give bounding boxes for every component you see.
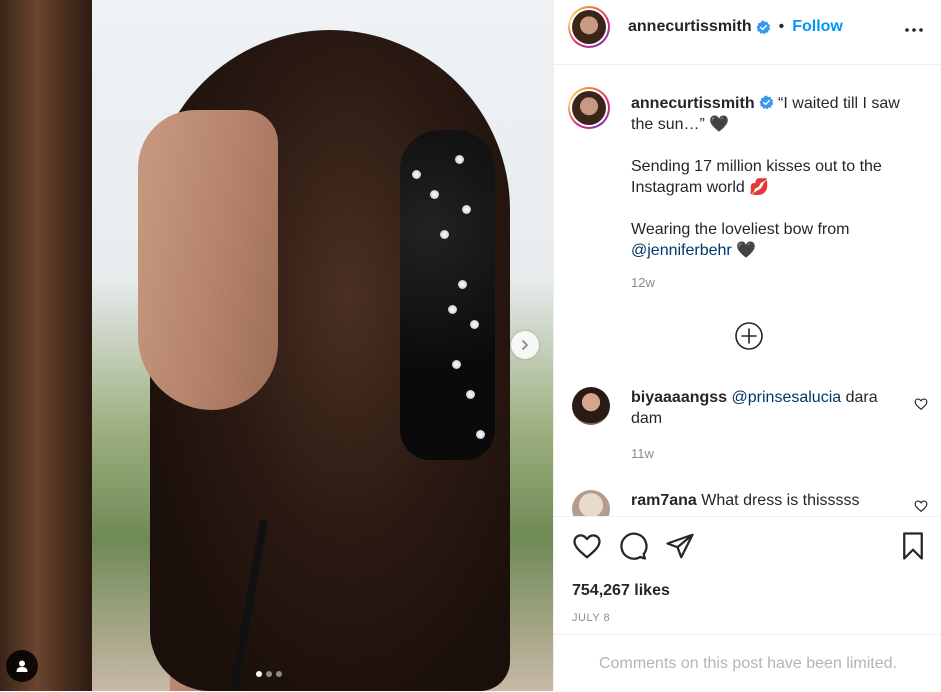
comment-text: What dress is thisssss — [696, 492, 860, 509]
post-side-panel: annecurtissmith • Follow annecurtissmith… — [553, 0, 941, 691]
verified-badge-icon — [756, 19, 770, 34]
author-username[interactable]: annecurtissmith — [628, 18, 752, 36]
comment-icon[interactable] — [618, 531, 648, 561]
bookmark-icon[interactable] — [898, 531, 928, 561]
caption-author-avatar[interactable] — [568, 87, 610, 129]
comment-timestamp[interactable]: 11w — [631, 446, 654, 461]
commenter-username[interactable]: biyaaaangss — [631, 389, 727, 406]
carousel-indicator — [256, 671, 282, 677]
user-tag-button[interactable] — [6, 650, 38, 682]
caption-line-2: Sending 17 million kisses out to the Ins… — [631, 158, 882, 196]
caption-timestamp[interactable]: 12w — [631, 275, 655, 290]
follow-button[interactable]: Follow — [792, 18, 843, 36]
post-actions: 754,267 likes JULY 8 — [554, 516, 941, 635]
caption-username[interactable]: annecurtissmith — [631, 95, 755, 112]
next-image-button[interactable] — [511, 331, 539, 359]
more-options-icon[interactable] — [904, 20, 924, 40]
likes-count[interactable]: 754,267 likes — [572, 582, 670, 600]
load-more-comments-icon[interactable] — [734, 321, 764, 351]
chevron-right-icon — [522, 340, 528, 350]
commenter-avatar[interactable] — [572, 490, 610, 516]
carousel-dot — [276, 671, 282, 677]
comment-mention-link[interactable]: @prinsesalucia — [732, 389, 842, 406]
user-tag-icon — [16, 660, 28, 672]
verified-badge-icon — [759, 95, 773, 110]
author-avatar[interactable] — [568, 6, 610, 48]
comment-item: ram7ana What dress is thisssss — [631, 490, 901, 511]
comments-section[interactable]: annecurtissmith “I waited till I saw the… — [554, 65, 941, 516]
post-date[interactable]: JULY 8 — [572, 612, 610, 624]
commenter-username[interactable]: ram7ana — [631, 492, 697, 509]
door-frame — [0, 0, 92, 691]
carousel-dot — [266, 671, 272, 677]
heart-icon[interactable] — [572, 531, 602, 561]
comments-limited-notice: Comments on this post have been limited. — [554, 634, 941, 692]
caption-mention-link[interactable]: @jenniferbehr — [631, 242, 732, 259]
comment-like-heart-icon[interactable] — [914, 397, 928, 411]
post-photo[interactable] — [0, 0, 553, 691]
comment-item: biyaaaangss @prinsesalucia dara dam — [631, 387, 901, 429]
carousel-dot — [256, 671, 262, 677]
post-caption: annecurtissmith “I waited till I saw the… — [631, 93, 921, 261]
share-icon[interactable] — [665, 531, 695, 561]
instagram-post-modal: annecurtissmith • Follow annecurtissmith… — [0, 0, 941, 691]
commenter-avatar[interactable] — [572, 387, 610, 425]
comment-like-heart-icon[interactable] — [914, 499, 928, 513]
face — [138, 110, 278, 410]
post-header: annecurtissmith • Follow — [554, 0, 941, 65]
hair-bow — [400, 130, 495, 460]
